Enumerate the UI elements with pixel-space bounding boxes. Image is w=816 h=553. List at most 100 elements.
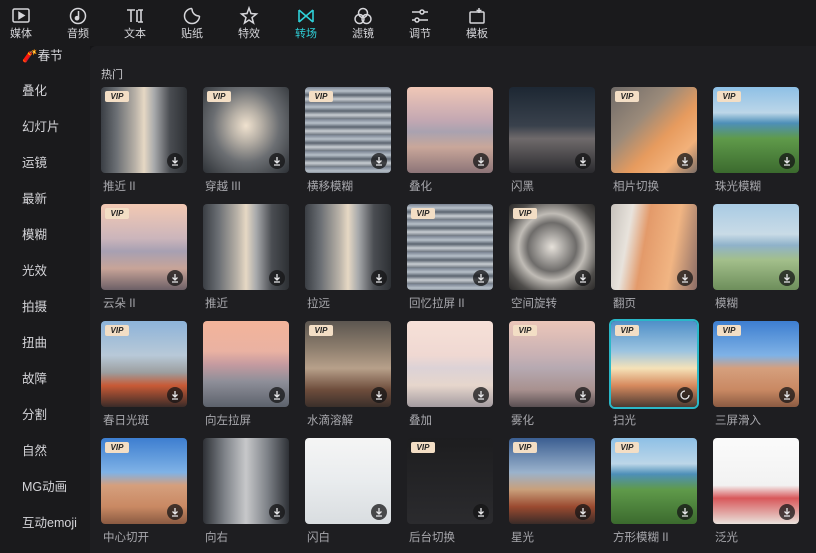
transition-card[interactable]: VIP <box>509 438 595 524</box>
transition-card[interactable]: VIP <box>305 87 391 173</box>
transition-label: 向左拉屏 <box>205 415 251 427</box>
transition-card[interactable]: VIP <box>101 321 187 407</box>
transition-card[interactable] <box>407 321 493 407</box>
transition-card[interactable] <box>407 87 493 173</box>
transition-card[interactable] <box>713 204 799 290</box>
transition-card[interactable]: VIP <box>407 438 493 524</box>
download-icon[interactable] <box>473 387 489 403</box>
download-icon[interactable] <box>473 270 489 286</box>
sidebar-item[interactable]: MG动画 <box>0 469 90 505</box>
tab-label: 特效 <box>238 28 260 40</box>
transition-card[interactable] <box>509 87 595 173</box>
transition-label: 泛光 <box>715 532 738 544</box>
download-icon[interactable] <box>167 504 183 520</box>
transition-card[interactable]: VIP <box>611 87 697 173</box>
sidebar-item[interactable]: 扭曲 <box>0 325 90 361</box>
transition-card[interactable] <box>203 438 289 524</box>
tab-effects[interactable]: 特效 <box>221 5 277 44</box>
download-icon[interactable] <box>575 504 591 520</box>
transition-card[interactable]: VIP <box>407 204 493 290</box>
download-icon[interactable] <box>575 153 591 169</box>
transition-card[interactable]: VIP <box>509 204 595 290</box>
download-icon[interactable] <box>167 270 183 286</box>
transition-label: 向右 <box>205 532 228 544</box>
sidebar-item[interactable]: 故障 <box>0 361 90 397</box>
vip-badge: VIP <box>411 442 435 453</box>
sidebar-item[interactable]: 拍摄 <box>0 289 90 325</box>
download-icon[interactable] <box>371 504 387 520</box>
tab-template[interactable]: 模板 <box>449 6 505 44</box>
download-icon[interactable] <box>473 153 489 169</box>
download-icon[interactable] <box>167 153 183 169</box>
sidebar-item[interactable]: 幻灯片 <box>0 109 90 145</box>
transition-card[interactable]: VIP <box>713 321 799 407</box>
media-icon <box>0 6 49 28</box>
sidebar-item[interactable]: 叠化 <box>0 73 90 109</box>
transition-card[interactable] <box>203 204 289 290</box>
vip-badge: VIP <box>513 208 537 219</box>
transition-label: 闪黑 <box>511 181 534 193</box>
transition-icon <box>278 6 334 28</box>
download-icon[interactable] <box>371 387 387 403</box>
transition-label: 后台切换 <box>409 532 455 544</box>
download-icon[interactable] <box>269 504 285 520</box>
tab-label: 滤镜 <box>352 28 374 40</box>
transition-label: 推近 <box>205 298 228 310</box>
download-icon[interactable] <box>575 387 591 403</box>
transition-card[interactable]: VIP <box>611 438 697 524</box>
download-icon[interactable] <box>167 387 183 403</box>
transition-card[interactable] <box>713 438 799 524</box>
download-icon[interactable] <box>677 153 693 169</box>
tab-filter[interactable]: 滤镜 <box>335 6 391 44</box>
tab-adjust[interactable]: 调节 <box>392 6 448 44</box>
download-icon[interactable] <box>371 270 387 286</box>
tab-audio[interactable]: 音频 <box>50 6 106 44</box>
transition-card[interactable] <box>203 321 289 407</box>
download-icon[interactable] <box>575 270 591 286</box>
download-icon[interactable] <box>371 153 387 169</box>
transition-card[interactable]: VIP <box>609 319 699 409</box>
transition-card[interactable]: VIP <box>101 438 187 524</box>
transition-card[interactable]: VIP <box>509 321 595 407</box>
sidebar-item[interactable]: 分割 <box>0 397 90 433</box>
sidebar-item[interactable]: 最新 <box>0 181 90 217</box>
transition-card[interactable]: VIP <box>203 87 289 173</box>
download-icon[interactable] <box>779 504 795 520</box>
download-icon[interactable] <box>473 504 489 520</box>
transition-label: 叠化 <box>409 181 432 193</box>
download-icon[interactable] <box>677 504 693 520</box>
transition-label: 扫光 <box>613 415 636 427</box>
download-icon[interactable] <box>779 387 795 403</box>
sidebar-item[interactable]: 运镜 <box>0 145 90 181</box>
tab-media[interactable]: 媒体 <box>0 6 49 44</box>
transition-label: 雾化 <box>511 415 534 427</box>
transition-card[interactable] <box>305 204 391 290</box>
download-icon[interactable] <box>677 270 693 286</box>
transition-card[interactable]: VIP <box>101 204 187 290</box>
vip-badge: VIP <box>513 442 537 453</box>
transition-card[interactable]: VIP <box>305 321 391 407</box>
transition-label: 回忆拉屏 II <box>409 298 465 310</box>
download-icon[interactable] <box>779 153 795 169</box>
transition-label: 叠加 <box>409 415 432 427</box>
sidebar-item[interactable]: 自然 <box>0 433 90 469</box>
sidebar-item[interactable]: 光效 <box>0 253 90 289</box>
sidebar-item[interactable]: 🧨春节 <box>0 46 90 66</box>
download-icon[interactable] <box>269 387 285 403</box>
download-icon[interactable] <box>269 153 285 169</box>
download-icon[interactable] <box>269 270 285 286</box>
transition-card[interactable] <box>611 204 697 290</box>
tab-transition[interactable]: 转场 <box>278 6 334 44</box>
vip-badge: VIP <box>309 325 333 336</box>
sidebar-item[interactable]: 互动emoji <box>0 505 90 541</box>
transition-card[interactable] <box>305 438 391 524</box>
sidebar-item[interactable]: 模糊 <box>0 217 90 253</box>
tab-label: 文本 <box>124 28 146 40</box>
tab-text[interactable]: 文本 <box>107 6 163 44</box>
transition-card[interactable]: VIP <box>101 87 187 173</box>
download-icon[interactable] <box>779 270 795 286</box>
loading-icon[interactable] <box>677 387 693 403</box>
transition-label: 珠光模糊 <box>715 181 761 193</box>
transition-card[interactable]: VIP <box>713 87 799 173</box>
tab-sticker[interactable]: 贴纸 <box>164 6 220 44</box>
